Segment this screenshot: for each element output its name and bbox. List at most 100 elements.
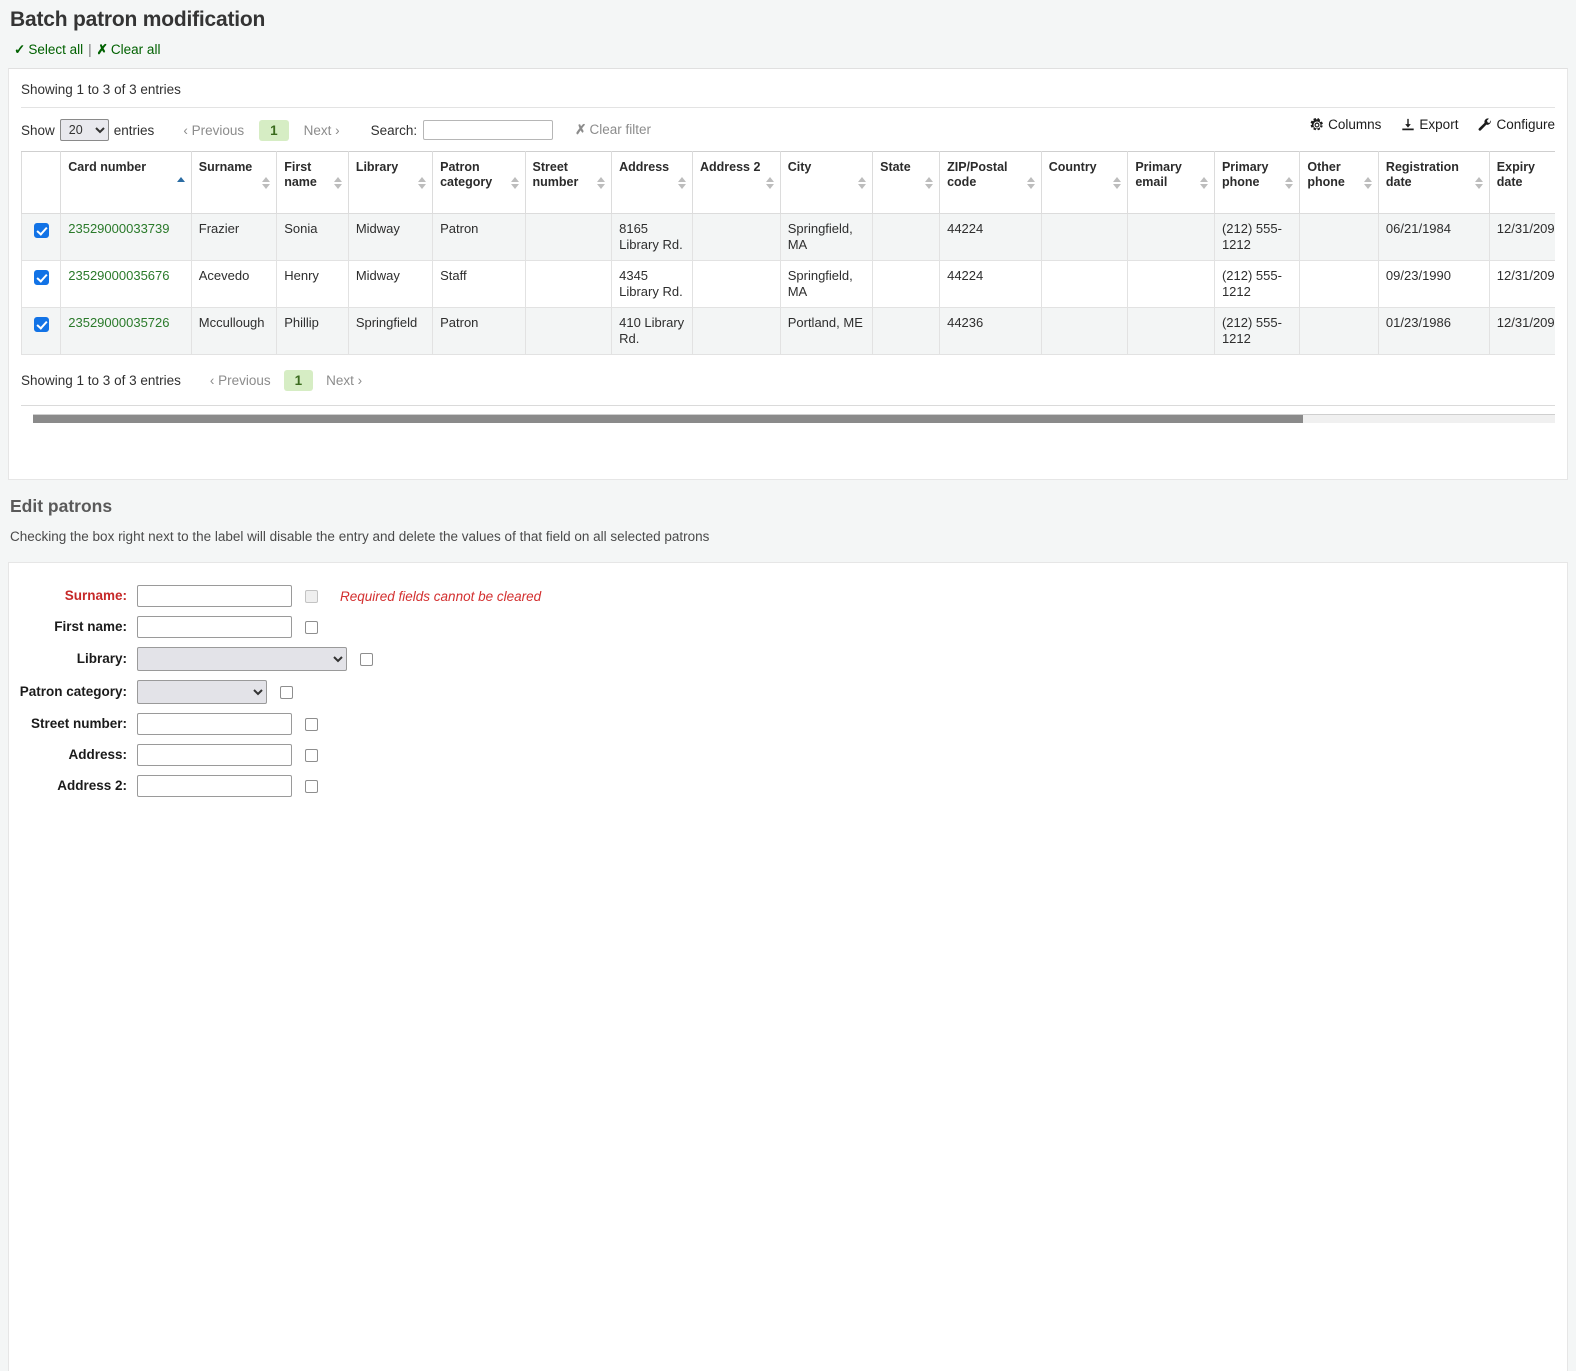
cell-primary-phone: (212) 555-1212 — [1214, 214, 1299, 261]
column-header-city[interactable]: City — [780, 152, 872, 214]
column-header-address-2[interactable]: Address 2 — [692, 152, 780, 214]
cell-card-number[interactable]: 23529000033739 — [61, 214, 192, 261]
sort-indicator[interactable] — [597, 176, 606, 190]
clear-library-checkbox[interactable] — [360, 653, 373, 666]
wrench-icon — [1478, 118, 1492, 132]
search-filter: Search: — [371, 120, 554, 140]
sort-indicator[interactable] — [418, 176, 427, 190]
page-length-control: Show 102050100All entries — [21, 119, 154, 141]
patron-category-field[interactable] — [137, 680, 267, 704]
controls-separator: | — [88, 42, 92, 57]
library-field[interactable] — [137, 647, 347, 671]
row-select-checkbox[interactable] — [34, 270, 49, 285]
x-icon: ✗ — [97, 42, 108, 58]
sort-indicator[interactable] — [925, 176, 934, 190]
previous-page-button[interactable]: ‹ Previous — [176, 121, 251, 140]
configure-button[interactable]: Configure — [1478, 117, 1555, 132]
cell-card-number[interactable]: 23529000035726 — [61, 308, 192, 355]
scrollbar-thumb[interactable] — [33, 415, 1303, 423]
sort-indicator[interactable] — [1475, 176, 1484, 190]
cell-address: 410 Library Rd. — [612, 308, 693, 355]
row-select-cell[interactable] — [22, 308, 61, 355]
sort-indicator[interactable] — [1113, 176, 1122, 190]
sort-indicator[interactable] — [511, 176, 520, 190]
column-header-first-name[interactable]: First name — [277, 152, 349, 214]
row-select-cell[interactable] — [22, 261, 61, 308]
cell-value: 4345 Library Rd. — [619, 268, 683, 299]
sort-indicator[interactable] — [1027, 176, 1036, 190]
sort-indicator[interactable] — [678, 176, 687, 190]
page-1-button-bottom[interactable]: 1 — [284, 370, 314, 391]
sort-indicator[interactable] — [1200, 176, 1209, 190]
card-number-link[interactable]: 23529000035676 — [68, 268, 169, 283]
street-number-field[interactable] — [137, 713, 292, 735]
column-header-other-phone[interactable]: Other phone — [1300, 152, 1379, 214]
page-length-select[interactable]: 102050100All — [60, 119, 109, 141]
column-header-card-number[interactable]: Card number — [61, 152, 192, 214]
sort-indicator[interactable] — [334, 176, 343, 190]
column-header-country[interactable]: Country — [1041, 152, 1128, 214]
cell-country — [1041, 214, 1128, 261]
address-2-field[interactable] — [137, 775, 292, 797]
column-header-library[interactable]: Library — [348, 152, 432, 214]
cell-address: 4345 Library Rd. — [612, 261, 693, 308]
sort-indicator[interactable] — [766, 176, 775, 190]
sort-indicator[interactable] — [1285, 176, 1294, 190]
sort-indicator[interactable] — [262, 176, 271, 190]
column-header-address[interactable]: Address — [612, 152, 693, 214]
select-controls: ✓Select all | ✗Clear all — [0, 34, 1576, 68]
form-row-library: Library: — [9, 647, 1567, 671]
form-row-first-name: First name: — [9, 616, 1567, 638]
column-header-patron-category[interactable]: Patron category — [433, 152, 525, 214]
clear-address-2-checkbox[interactable] — [305, 780, 318, 793]
previous-page-button-bottom[interactable]: ‹ Previous — [203, 371, 278, 390]
column-header-primary-phone[interactable]: Primary phone — [1214, 152, 1299, 214]
surname-field[interactable] — [137, 585, 292, 607]
cell-first-name: Sonia — [277, 214, 349, 261]
clear-address-checkbox[interactable] — [305, 749, 318, 762]
sort-indicator[interactable] — [858, 176, 867, 190]
clear-filter-button[interactable]: ✗Clear filter — [575, 122, 651, 138]
row-select-checkbox[interactable] — [34, 223, 49, 238]
next-page-button-bottom[interactable]: Next › — [319, 371, 369, 390]
clear-first-name-checkbox[interactable] — [305, 621, 318, 634]
search-input[interactable] — [423, 120, 553, 140]
column-header-primary-email[interactable]: Primary email — [1128, 152, 1215, 214]
select-all-link[interactable]: ✓Select all — [14, 42, 83, 57]
cell-address-2 — [692, 214, 780, 261]
clear-all-link[interactable]: ✗Clear all — [97, 42, 161, 57]
column-header-surname[interactable]: Surname — [191, 152, 276, 214]
cell-primary-email — [1128, 261, 1215, 308]
table-scroll-container[interactable]: Card number SurnameFirst nameLibraryPatro… — [21, 151, 1555, 355]
sort-indicator[interactable] — [1364, 176, 1373, 190]
page-1-button[interactable]: 1 — [259, 120, 289, 141]
cell-state — [873, 308, 940, 355]
column-header-label: Card number — [68, 160, 146, 174]
address-field[interactable] — [137, 744, 292, 766]
clear-patron-category-checkbox[interactable] — [280, 686, 293, 699]
form-row-address: Address: — [9, 744, 1567, 766]
cell-card-number[interactable]: 23529000035676 — [61, 261, 192, 308]
cell-patron-category: Staff — [433, 261, 525, 308]
column-header-registration-date[interactable]: Registration date — [1378, 152, 1489, 214]
cell-value: Henry — [284, 268, 319, 283]
column-header-state[interactable]: State — [873, 152, 940, 214]
export-button[interactable]: Export — [1401, 117, 1458, 132]
clear-street-number-checkbox[interactable] — [305, 718, 318, 731]
row-select-cell[interactable] — [22, 214, 61, 261]
next-page-button[interactable]: Next › — [297, 121, 347, 140]
card-number-link[interactable]: 23529000033739 — [68, 221, 169, 236]
column-header-zip-postal-code[interactable]: ZIP/Postal code — [940, 152, 1042, 214]
form-row-surname: Surname:Required fields cannot be cleare… — [9, 585, 1567, 607]
horizontal-scrollbar[interactable] — [33, 414, 1555, 423]
cell-city: Portland, ME — [780, 308, 872, 355]
column-header-expiry-date[interactable]: Expiry date — [1489, 152, 1555, 214]
first-name-field[interactable] — [137, 616, 292, 638]
column-header-street-number[interactable]: Street number — [525, 152, 612, 214]
columns-button[interactable]: Columns — [1310, 117, 1381, 132]
sort-indicator-active[interactable] — [177, 176, 186, 190]
cell-expiry-date: 12/31/2099 — [1489, 308, 1555, 355]
table-controls: Columns Export Configure — [1310, 117, 1555, 132]
card-number-link[interactable]: 23529000035726 — [68, 315, 169, 330]
row-select-checkbox[interactable] — [34, 317, 49, 332]
